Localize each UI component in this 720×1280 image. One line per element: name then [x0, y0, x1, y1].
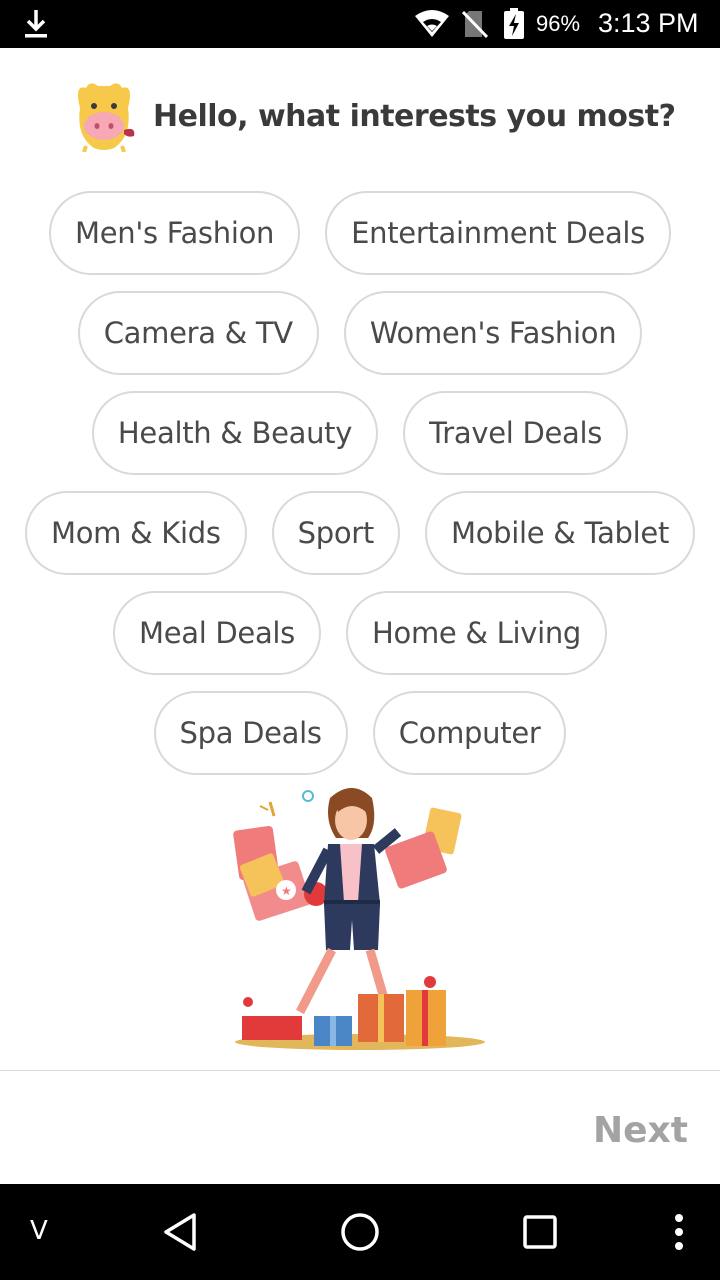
chip-row: Health & Beauty Travel Deals [0, 391, 720, 475]
chip-womens-fashion[interactable]: Women's Fashion [343, 291, 643, 375]
chip-row: Camera & TV Women's Fashion [0, 291, 720, 375]
download-icon [22, 8, 50, 44]
status-bar: 96% 3:13 PM [0, 0, 720, 48]
battery-charging-icon [503, 8, 525, 44]
chip-mens-fashion[interactable]: Men's Fashion [49, 191, 301, 275]
shopping-illustration: ★ [230, 780, 490, 1055]
interest-chip-list: Men's Fashion Entertainment Deals Camera… [0, 191, 720, 791]
chip-row: Mom & Kids Sport Mobile & Tablet [0, 491, 720, 575]
chip-travel-deals[interactable]: Travel Deals [403, 391, 629, 475]
clock: 3:13 PM [598, 8, 699, 38]
chip-camera-tv[interactable]: Camera & TV [77, 291, 319, 375]
battery-percentage: 96% [536, 11, 581, 36]
chip-mom-kids[interactable]: Mom & Kids [24, 491, 247, 575]
interest-header: Hello, what interests you most? [0, 78, 720, 156]
chip-health-beauty[interactable]: Health & Beauty [91, 391, 379, 475]
cow-mascot-icon [68, 78, 140, 156]
no-sim-icon [461, 9, 489, 43]
wifi-icon [414, 10, 450, 42]
chip-meal-deals[interactable]: Meal Deals [112, 591, 321, 675]
svg-text:★: ★ [281, 884, 292, 898]
chip-mobile-tablet[interactable]: Mobile & Tablet [424, 491, 696, 575]
chip-computer[interactable]: Computer [372, 691, 567, 775]
recents-icon[interactable] [522, 1214, 558, 1254]
next-button[interactable]: Next [593, 1110, 688, 1151]
chip-spa-deals[interactable]: Spa Deals [153, 691, 348, 775]
page-title: Hello, what interests you most? [153, 99, 676, 134]
home-icon[interactable] [340, 1212, 380, 1256]
v-label[interactable]: V [30, 1216, 48, 1246]
more-icon[interactable] [672, 1212, 686, 1256]
chip-entertainment-deals[interactable]: Entertainment Deals [325, 191, 671, 275]
chip-home-living[interactable]: Home & Living [346, 591, 608, 675]
chip-row: Meal Deals Home & Living [0, 591, 720, 675]
chip-sport[interactable]: Sport [271, 491, 400, 575]
back-icon[interactable] [160, 1211, 200, 1257]
divider [0, 1070, 720, 1071]
chip-row: Spa Deals Computer [0, 691, 720, 775]
navigation-bar: V [0, 1184, 720, 1280]
chip-row: Men's Fashion Entertainment Deals [0, 191, 720, 275]
